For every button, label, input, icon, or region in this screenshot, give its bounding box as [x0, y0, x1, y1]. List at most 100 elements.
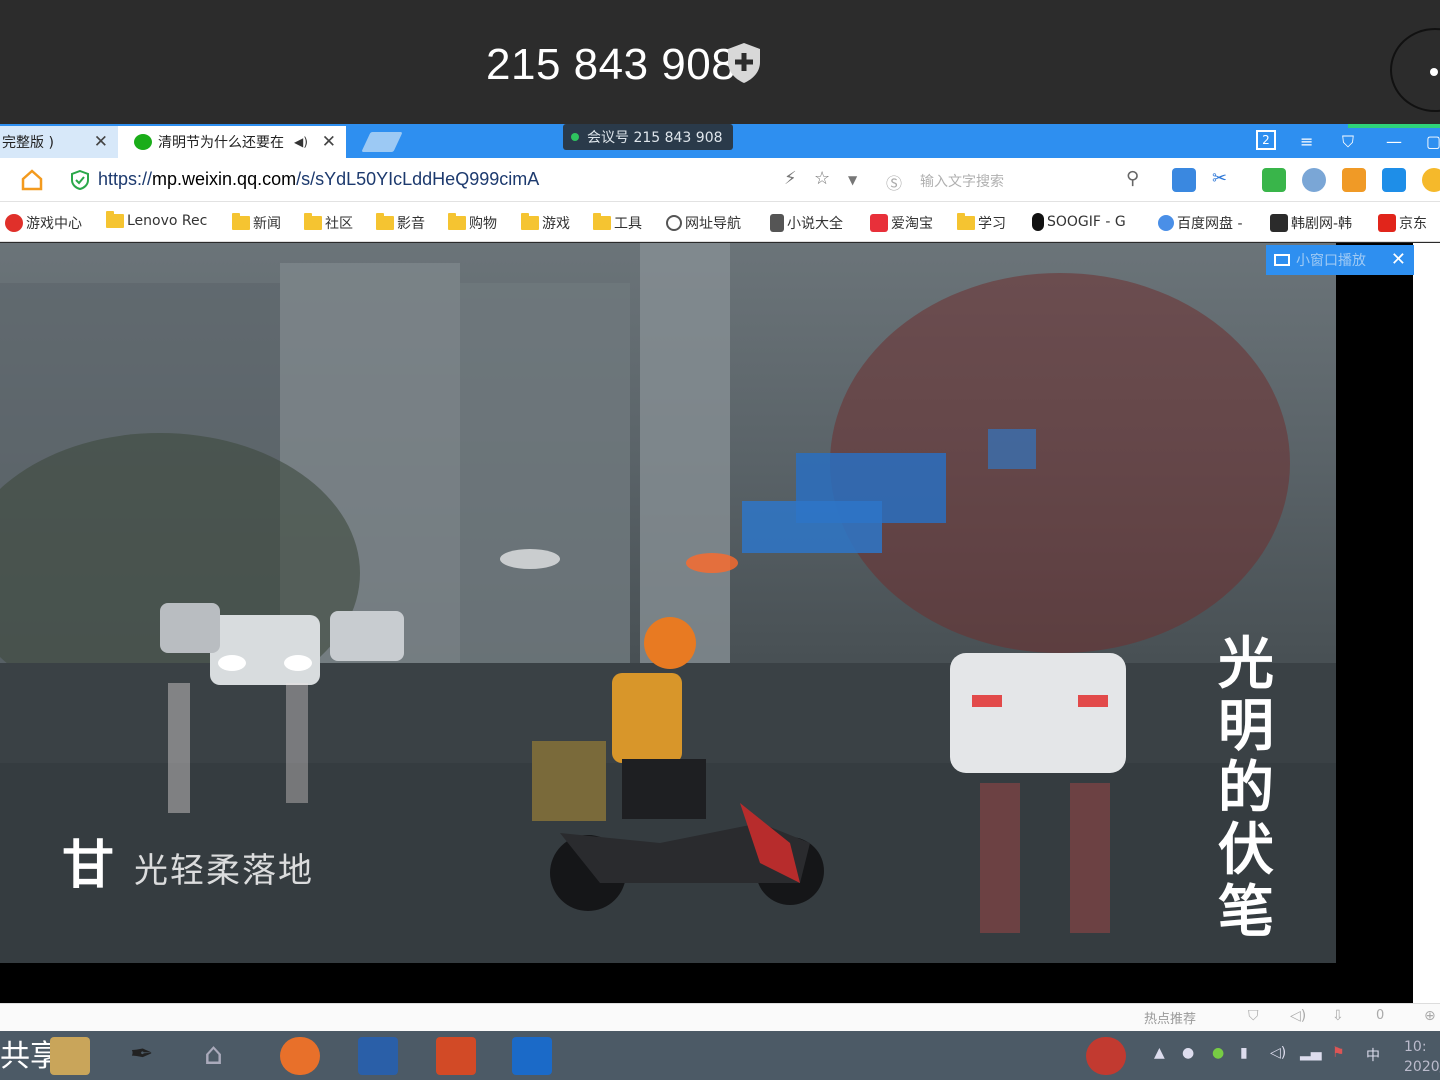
url-path: /s/sYdL50YIcLddHeQ999cimA	[296, 169, 540, 189]
bookmark-item[interactable]: Lenovo Rec	[106, 211, 207, 229]
search-icon[interactable]: ⚲	[1126, 168, 1139, 189]
secure-shield-icon[interactable]	[70, 170, 90, 190]
star-icon[interactable]: ☆	[814, 168, 830, 189]
flag-icon[interactable]: ⚑	[1332, 1045, 1345, 1061]
status-dot-icon	[571, 133, 579, 141]
tab-inactive[interactable]: 完整版 ) ✕	[0, 126, 118, 158]
folder-icon	[376, 213, 394, 230]
menu-icon[interactable]: ≡	[1300, 132, 1313, 151]
device-icon[interactable]: ▮	[1240, 1045, 1248, 1061]
minimize-icon[interactable]: —	[1386, 132, 1402, 151]
chevron-down-icon[interactable]: ▼	[848, 173, 857, 187]
bookmark-label: 学习	[978, 216, 1006, 232]
taskbar: 共享 ✒ ⌂ ▲ ● ● ▮ ◁) ▂▄ ⚑ 中 10: 2020/	[0, 1031, 1440, 1080]
bookmark-label: 小说大全	[787, 216, 843, 232]
input-method[interactable]: 中	[1366, 1045, 1380, 1065]
bookmark-item[interactable]: 社区	[304, 213, 353, 233]
tab-label: 清明节为什么还要在	[158, 135, 284, 151]
new-tab-button[interactable]	[361, 132, 403, 152]
mini-window-bar[interactable]: 小窗口播放 ✕	[1266, 245, 1414, 275]
baidu-pan-icon	[1158, 215, 1174, 231]
bookmark-label: 京东	[1399, 216, 1427, 232]
home-icon[interactable]: ⌂	[204, 1037, 244, 1075]
bookmark-label: 爱淘宝	[891, 216, 933, 232]
close-icon[interactable]: ✕	[94, 132, 108, 152]
calligraphy-title: 光 明 的 伏 笔	[1206, 633, 1286, 943]
bookmark-item[interactable]: 游戏	[521, 213, 570, 233]
tab-active[interactable]: 清明节为什么还要在 ◀) ✕	[118, 126, 346, 158]
scrollbar[interactable]	[1413, 243, 1440, 1003]
game-icon[interactable]	[1262, 168, 1286, 192]
shield-icon[interactable]	[726, 42, 762, 84]
count-value: 0	[1376, 1008, 1385, 1023]
badge-count[interactable]: 2	[1256, 130, 1276, 150]
download-icon[interactable]: ⇩	[1332, 1008, 1344, 1024]
bookmark-item[interactable]: 爱淘宝	[870, 213, 933, 233]
word-icon[interactable]	[358, 1037, 398, 1075]
calligraphy-char: 光	[1218, 631, 1274, 697]
maximize-icon[interactable]: ▢	[1426, 132, 1440, 151]
zoom-icon[interactable]: ⊕	[1424, 1008, 1436, 1024]
browser-ext-icon[interactable]	[1382, 168, 1406, 192]
bookmark-item[interactable]: 工具	[593, 213, 642, 233]
bookmark-label: 网址导航	[685, 216, 741, 232]
bookmark-item[interactable]: 学习	[957, 213, 1006, 233]
cloud-icon[interactable]	[1302, 168, 1326, 192]
powerpoint-icon[interactable]	[436, 1037, 476, 1075]
browser-status-bar: 热点推荐 ⛉ ◁) ⇩ 0 ⊕	[0, 1003, 1440, 1031]
360-icon[interactable]: ●	[1212, 1045, 1224, 1061]
meeting-header: 215 843 908	[0, 0, 1440, 124]
close-icon[interactable]: ✕	[1391, 249, 1406, 270]
bookmark-item[interactable]: 韩剧网-韩	[1270, 213, 1352, 233]
speaker-icon[interactable]: ◀)	[294, 135, 308, 149]
search-input[interactable]: 输入文字搜索	[920, 171, 1004, 191]
close-icon[interactable]: ✕	[322, 132, 336, 152]
translate-icon[interactable]	[1172, 168, 1196, 192]
bookmark-item[interactable]: 百度网盘 -	[1158, 213, 1243, 233]
clock[interactable]: 10: 2020/	[1404, 1037, 1440, 1077]
bookmark-item[interactable]: SOOGIF - G	[1032, 213, 1126, 231]
file-explorer-icon[interactable]	[50, 1037, 90, 1075]
tab-label: 完整版 )	[2, 135, 54, 151]
lightning-icon[interactable]: ⚡	[784, 168, 797, 189]
video-area: 甘 光轻柔落地 光 明 的 伏 笔 小窗口播放 ✕	[0, 243, 1440, 1003]
meeting-app-icon[interactable]	[512, 1037, 552, 1075]
qq-icon[interactable]: ●	[1182, 1045, 1194, 1061]
url-field[interactable]: https://mp.weixin.qq.com/s/sYdL50YIcLddH…	[98, 169, 539, 190]
bookmark-item[interactable]: 小说大全	[770, 213, 843, 233]
calligraphy-char: 笔	[1218, 879, 1274, 945]
bookmark-item[interactable]: 影音	[376, 213, 425, 233]
mini-window-label: 小窗口播放	[1296, 253, 1366, 269]
folder-icon	[593, 213, 611, 230]
more-button[interactable]	[1390, 28, 1440, 112]
count-badge[interactable]: 0	[1376, 1008, 1384, 1023]
jd-icon	[1378, 214, 1396, 232]
bookmark-item[interactable]: 游戏中心	[5, 213, 82, 233]
extension-icon[interactable]	[1342, 168, 1366, 192]
scissors-icon[interactable]: ✂	[1212, 168, 1227, 189]
firefox-icon[interactable]	[280, 1037, 320, 1075]
bookmark-item[interactable]: 新闻	[232, 213, 281, 233]
skin-icon[interactable]: ⛉	[1342, 132, 1354, 152]
network-icon[interactable]: ▂▄	[1300, 1045, 1322, 1061]
pen-icon[interactable]: ✒	[130, 1037, 170, 1075]
clock-time: 10:	[1404, 1039, 1427, 1055]
speaker-icon[interactable]: ◁)	[1290, 1008, 1306, 1024]
smiley-icon[interactable]	[1422, 168, 1440, 192]
wechat-icon	[134, 134, 152, 150]
bookmark-item[interactable]: 京东	[1378, 213, 1427, 233]
hot-news-link[interactable]: 热点推荐	[1144, 1008, 1196, 1027]
sogou-icon	[5, 214, 23, 232]
video-player[interactable]: 甘 光轻柔落地 光 明 的 伏 笔	[0, 243, 1336, 963]
huawei-icon[interactable]	[1086, 1037, 1126, 1075]
soogif-icon	[1032, 213, 1044, 231]
shield-icon[interactable]: ⛉	[1248, 1008, 1259, 1024]
volume-icon[interactable]: ◁)	[1270, 1045, 1286, 1061]
bookmark-item[interactable]: 网址导航	[666, 213, 741, 233]
tray-up-icon[interactable]: ▲	[1154, 1045, 1165, 1061]
bookmark-item[interactable]: 购物	[448, 213, 497, 233]
home-icon[interactable]	[20, 168, 44, 192]
bookmark-label: 社区	[325, 216, 353, 232]
bookmark-label: 游戏中心	[26, 216, 82, 232]
bookmark-label: 新闻	[253, 216, 281, 232]
